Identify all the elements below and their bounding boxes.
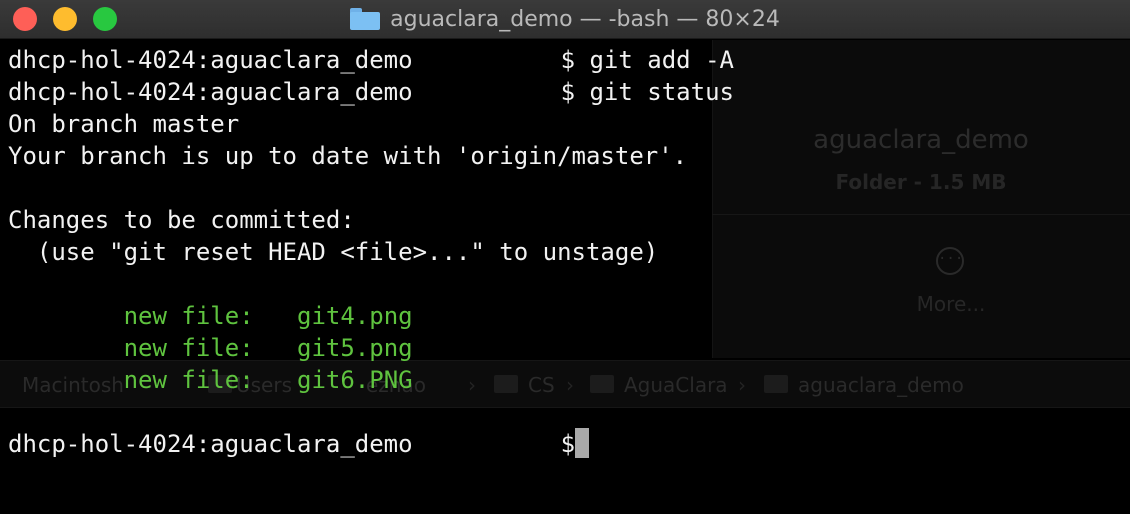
- output-branch: On branch master: [8, 110, 240, 138]
- terminal-output[interactable]: dhcp-hol-4024:aguaclara_demo $ git add -A…: [8, 44, 1130, 460]
- staged-file-row: new file: git5.png: [8, 332, 1130, 364]
- output-uptodate: Your branch is up to date with 'origin/m…: [8, 142, 688, 170]
- output-hint: (use "git reset HEAD <file>..." to unsta…: [8, 238, 659, 266]
- output-changes-header: Changes to be committed:: [8, 206, 355, 234]
- title-bar: aguaclara_demo — -bash — 80×24: [0, 0, 1130, 39]
- current-prompt-line[interactable]: dhcp-hol-4024:aguaclara_demo $: [8, 428, 1130, 460]
- redacted-block: [420, 44, 549, 74]
- redacted-block: [420, 76, 549, 106]
- file-name: git5.png: [297, 334, 413, 362]
- prompt: dhcp-hol-4024:aguaclara_demo: [8, 46, 413, 74]
- file-name: git6.PNG: [297, 366, 413, 394]
- redacted-block: [420, 428, 549, 458]
- text-cursor[interactable]: [575, 428, 590, 458]
- folder-icon: [350, 8, 381, 30]
- new-file-label: new file:: [123, 366, 254, 394]
- staged-file-row: new file: git6.PNG: [8, 364, 1130, 396]
- staged-file-row: new file: git4.png: [8, 300, 1130, 332]
- window-title: aguaclara_demo — -bash — 80×24: [0, 0, 1130, 38]
- prompt-symbol: $: [560, 46, 576, 74]
- prompt-symbol: $: [560, 430, 576, 458]
- command-line: dhcp-hol-4024:aguaclara_demo $ git status: [8, 76, 1130, 108]
- command-text: git status: [589, 78, 734, 106]
- prompt: dhcp-hol-4024:aguaclara_demo: [8, 78, 413, 106]
- new-file-label: new file:: [123, 302, 254, 330]
- file-name: git4.png: [297, 302, 413, 330]
- command-text: git add -A: [589, 46, 734, 74]
- new-file-label: new file:: [123, 334, 254, 362]
- prompt-symbol: $: [560, 78, 576, 106]
- command-line: dhcp-hol-4024:aguaclara_demo $ git add -A: [8, 44, 1130, 76]
- window-title-text: aguaclara_demo — -bash — 80×24: [390, 6, 780, 32]
- prompt: dhcp-hol-4024:aguaclara_demo: [8, 430, 413, 458]
